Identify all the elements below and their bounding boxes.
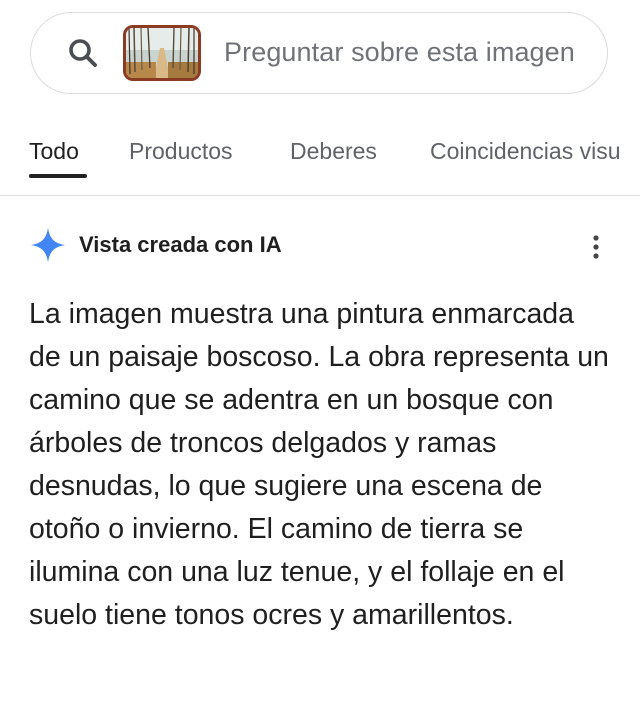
page: Preguntar sobre esta imagen Todo Product… [0,0,640,705]
painting-thumbnail[interactable] [123,25,201,81]
search-bar[interactable]: Preguntar sobre esta imagen [30,12,608,94]
tab-coincidencias-visuales[interactable]: Coincidencias visu [430,138,620,165]
search-icon[interactable] [65,35,101,71]
more-vert-icon[interactable] [584,232,608,262]
active-tab-indicator [29,174,87,178]
painting-thumbnail-image [126,28,198,78]
tab-productos[interactable]: Productos [129,138,233,165]
ai-overview-text: La imagen muestra una pintura enmarcada … [29,298,609,631]
tab-deberes[interactable]: Deberes [290,138,377,165]
tab-todo[interactable]: Todo [29,138,79,165]
ai-overview-header: Vista creada con IA [29,226,619,266]
ai-overview-title: Vista creada con IA [79,232,282,257]
tab-bar: Todo Productos Deberes Coincidencias vis… [0,122,640,196]
search-placeholder[interactable]: Preguntar sobre esta imagen [224,37,575,68]
sparkle-icon [30,227,66,263]
